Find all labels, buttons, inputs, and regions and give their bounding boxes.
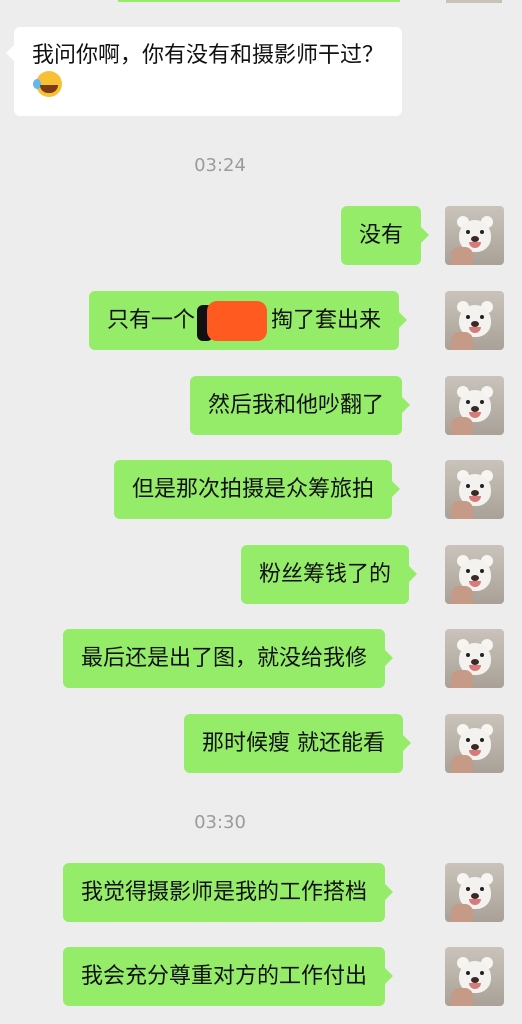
avatar[interactable] — [445, 460, 504, 519]
message-text: 我觉得摄影师是我的工作搭档 — [81, 880, 368, 905]
outgoing-message[interactable]: 没有 — [341, 206, 430, 265]
message-text: 最后还是出了图，就没给我修 — [81, 646, 368, 671]
outgoing-message[interactable]: 我觉得摄影师是我的工作搭档 — [63, 863, 394, 922]
previous-avatar-fragment — [446, 0, 502, 3]
avatar[interactable] — [445, 629, 504, 688]
message-text: 然后我和他吵翻了 — [208, 393, 385, 418]
outgoing-message[interactable]: 但是那次拍摄是众筹旅拍 — [114, 460, 401, 519]
message-text-before: 只有一个 — [107, 308, 196, 333]
message-text: 没有 — [359, 223, 404, 248]
message-text: 我会充分尊重对方的工作付出 — [81, 964, 368, 989]
timestamp: 03:24 — [194, 155, 246, 176]
message-text-after: 掏了套出来 — [271, 308, 382, 333]
outgoing-message[interactable]: 粉丝筹钱了的 — [241, 545, 418, 604]
timestamp: 03:30 — [194, 812, 246, 833]
avatar[interactable] — [445, 376, 504, 435]
avatar[interactable] — [445, 714, 504, 773]
outgoing-message[interactable]: 我会充分尊重对方的工作付出 — [63, 947, 394, 1006]
avatar[interactable] — [445, 545, 504, 604]
crying-laughing-emoji-icon — [33, 71, 62, 97]
outgoing-message[interactable]: 只有一个 掏了套出来 — [89, 291, 408, 350]
avatar[interactable] — [445, 863, 504, 922]
redaction-scribble — [197, 301, 269, 341]
incoming-message-text: 我问你啊，你有没有和摄影师干过？ — [32, 43, 385, 68]
incoming-message[interactable]: 我问你啊，你有没有和摄影师干过？ — [6, 27, 402, 116]
previous-bubble-fragment — [118, 0, 400, 2]
avatar[interactable] — [445, 291, 504, 350]
message-text: 粉丝筹钱了的 — [259, 562, 392, 587]
message-text: 那时候瘦 就还能看 — [202, 731, 385, 756]
avatar[interactable] — [445, 947, 504, 1006]
outgoing-message[interactable]: 那时候瘦 就还能看 — [184, 714, 411, 773]
outgoing-message[interactable]: 然后我和他吵翻了 — [190, 376, 411, 435]
avatar[interactable] — [445, 206, 504, 265]
message-text: 但是那次拍摄是众筹旅拍 — [132, 477, 375, 502]
outgoing-message[interactable]: 最后还是出了图，就没给我修 — [63, 629, 394, 688]
